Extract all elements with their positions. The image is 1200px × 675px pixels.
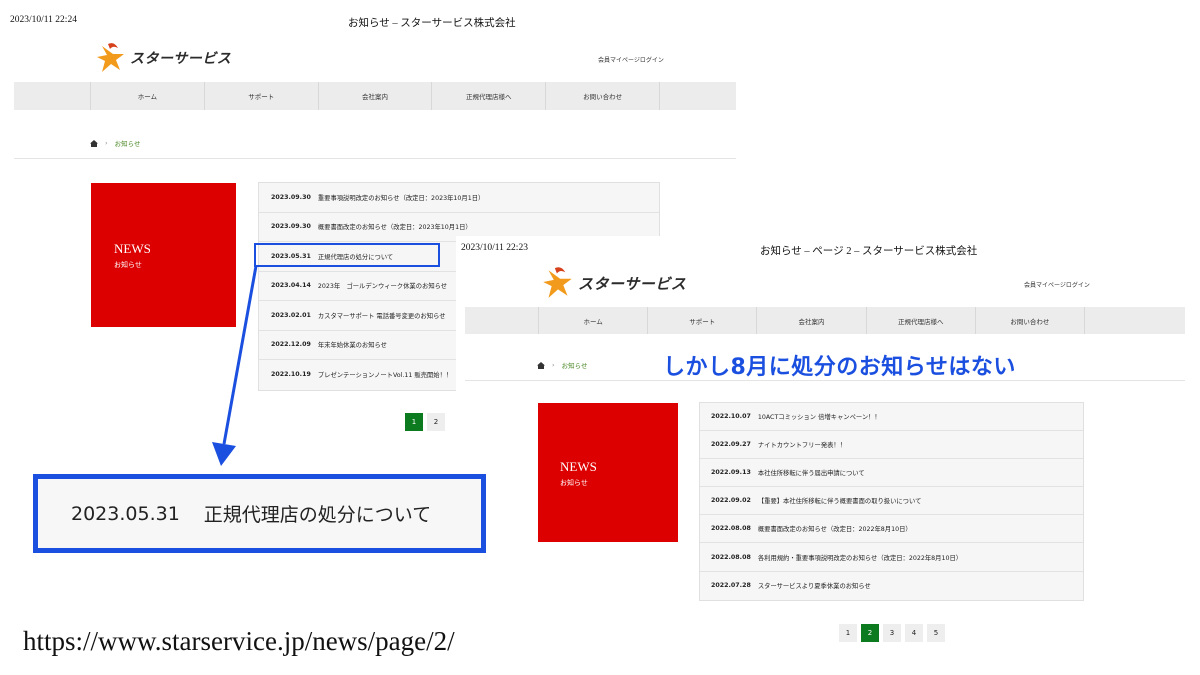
url-caption: https://www.starservice.jp/news/page/2/ xyxy=(23,626,455,656)
item-title: ナイトカウントフリー発表！！ xyxy=(757,442,846,450)
item-title: 概要書面改定のお知らせ（改定日：2023年10月1日） xyxy=(317,224,472,232)
item-title: 【重要】本社住所移転に伴う概要書面の取り扱いについて xyxy=(757,498,922,506)
item-date: 2022.09.13 xyxy=(711,469,751,477)
item-date: 2022.10.07 xyxy=(711,413,751,421)
breadcrumb-separator: › xyxy=(105,139,108,147)
nav-contact[interactable]: お問い合わせ xyxy=(545,82,660,110)
item-title: スターサービスより夏季休業のお知らせ xyxy=(757,583,871,591)
home-icon[interactable] xyxy=(537,361,545,369)
left-pagination: 1 2 xyxy=(405,413,445,431)
page-button-2[interactable]: 2 xyxy=(861,624,879,642)
nav-agents[interactable]: 正規代理店様へ xyxy=(865,307,975,334)
page-button-4[interactable]: 4 xyxy=(905,624,923,642)
page-button-1[interactable]: 1 xyxy=(405,413,423,431)
item-title: 本社住所移転に伴う届出申請について xyxy=(757,470,865,478)
item-date: 2022.10.19 xyxy=(271,371,311,379)
list-item[interactable]: 2022.09.27 ナイトカウントフリー発表！！ xyxy=(700,431,1083,460)
nav-home[interactable]: ホーム xyxy=(538,307,647,334)
home-icon[interactable] xyxy=(90,139,98,147)
right-timestamp: 2023/10/11 22:23 xyxy=(461,243,528,253)
breadcrumb-separator: › xyxy=(552,361,555,369)
nav-support[interactable]: サポート xyxy=(203,82,318,110)
annotation-callout: しかし8月に処分のお知らせはない xyxy=(663,355,1016,380)
item-title: 10ACTコミッション 倍増キャンペーン！！ xyxy=(757,414,881,422)
page-button-5[interactable]: 5 xyxy=(927,624,945,642)
item-title: 概要書面改定のお知らせ（改定日：2022年8月10日） xyxy=(757,526,912,534)
highlight-box xyxy=(254,243,440,267)
right-page-title: お知らせ – ページ 2 – スターサービス株式会社 xyxy=(760,246,978,257)
right-pagination: 1 2 3 4 5 xyxy=(839,624,945,642)
news-subtitle: お知らせ xyxy=(114,261,142,269)
item-date: 2023.02.01 xyxy=(271,311,311,319)
item-title: プレゼンテーションノートVol.11 販売開始！！ xyxy=(317,372,453,380)
left-page-title: お知らせ – スターサービス株式会社 xyxy=(348,18,516,29)
logo-text: スターサービス xyxy=(578,274,687,293)
right-login-link[interactable]: 会員マイページログイン xyxy=(1024,280,1090,289)
item-date: 2022.09.27 xyxy=(711,441,751,449)
news-title: NEWS xyxy=(560,459,597,474)
left-breadcrumb: › お知らせ xyxy=(90,138,140,148)
right-news-list: 2022.10.07 10ACTコミッション 倍増キャンペーン！！ 2022.09… xyxy=(699,402,1084,601)
item-date: 2022.09.02 xyxy=(711,497,751,505)
arrow-icon xyxy=(212,265,258,466)
left-nav-bar: ホーム サポート 会社案内 正規代理店様へ お問い合わせ xyxy=(14,82,736,110)
item-title: 重要事項説明改定のお知らせ（改定日：2023年10月1日） xyxy=(317,194,485,202)
left-site-logo[interactable]: スターサービス xyxy=(94,42,231,74)
zoom-date: 2023.05.31 xyxy=(71,502,180,525)
nav-company[interactable]: 会社案内 xyxy=(317,82,432,110)
item-title: 年末年始休業のお知らせ xyxy=(317,342,387,350)
page-button-2[interactable]: 2 xyxy=(427,413,445,431)
right-breadcrumb: › お知らせ xyxy=(537,360,587,370)
list-item[interactable]: 2022.10.07 10ACTコミッション 倍増キャンペーン！！ xyxy=(700,403,1083,432)
nav-contact[interactable]: お問い合わせ xyxy=(974,307,1086,334)
page-button-1[interactable]: 1 xyxy=(839,624,857,642)
item-date: 2023.04.14 xyxy=(271,282,311,290)
news-title: NEWS xyxy=(114,241,151,256)
zoom-highlight-box: 2023.05.31 正規代理店の処分について xyxy=(33,474,486,553)
nav-home[interactable]: ホーム xyxy=(90,82,204,110)
left-timestamp: 2023/10/11 22:24 xyxy=(10,15,77,25)
nav-support[interactable]: サポート xyxy=(647,307,756,334)
list-item[interactable]: 2022.08.08 概要書面改定のお知らせ（改定日：2022年8月10日） xyxy=(700,515,1083,544)
nav-agents[interactable]: 正規代理店様へ xyxy=(431,82,545,110)
left-divider xyxy=(14,158,736,159)
breadcrumb-current: お知らせ xyxy=(561,362,588,370)
item-title: カスタマーサポート 電話番号変更のお知らせ xyxy=(317,312,446,320)
item-date: 2022.08.08 xyxy=(711,525,751,533)
right-news-box: NEWS お知らせ xyxy=(538,403,678,542)
star-logo-icon xyxy=(543,267,572,298)
star-logo-icon xyxy=(97,43,124,72)
list-item[interactable]: 2023.09.30 重要事項説明改定のお知らせ（改定日：2023年10月1日） xyxy=(259,183,659,213)
list-item[interactable]: 2022.08.08 各利用規約・重要事項説明改定のお知らせ（改定日：2022年8… xyxy=(700,543,1083,572)
page-button-3[interactable]: 3 xyxy=(883,624,901,642)
right-site-logo[interactable]: スターサービス xyxy=(540,266,686,300)
item-date: 2023.09.30 xyxy=(271,223,311,231)
item-date: 2023.09.30 xyxy=(271,193,311,201)
list-item[interactable]: 2022.09.02 【重要】本社住所移転に伴う概要書面の取り扱いについて xyxy=(700,487,1083,516)
right-nav-bar: ホーム サポート 会社案内 正規代理店様へ お問い合わせ xyxy=(465,307,1185,334)
list-item[interactable]: 2022.09.13 本社住所移転に伴う届出申請について xyxy=(700,459,1083,488)
item-date: 2022.08.08 xyxy=(711,553,751,561)
item-date: 2022.12.09 xyxy=(271,341,311,349)
nav-company[interactable]: 会社案内 xyxy=(756,307,865,334)
item-title: 各利用規約・重要事項説明改定のお知らせ（改定日：2022年8月10日） xyxy=(757,554,963,562)
logo-text: スターサービス xyxy=(130,51,232,67)
list-item[interactable]: 2022.07.28 スターサービスより夏季休業のお知らせ xyxy=(700,572,1083,600)
item-title: 2023年 ゴールデンウィーク休業のお知らせ xyxy=(317,283,448,291)
item-date: 2022.07.28 xyxy=(711,582,751,590)
left-login-link[interactable]: 会員マイページログイン xyxy=(598,55,664,64)
zoom-title: 正規代理店の処分について xyxy=(203,504,432,526)
news-subtitle: お知らせ xyxy=(560,479,588,487)
breadcrumb-current: お知らせ xyxy=(114,140,141,148)
